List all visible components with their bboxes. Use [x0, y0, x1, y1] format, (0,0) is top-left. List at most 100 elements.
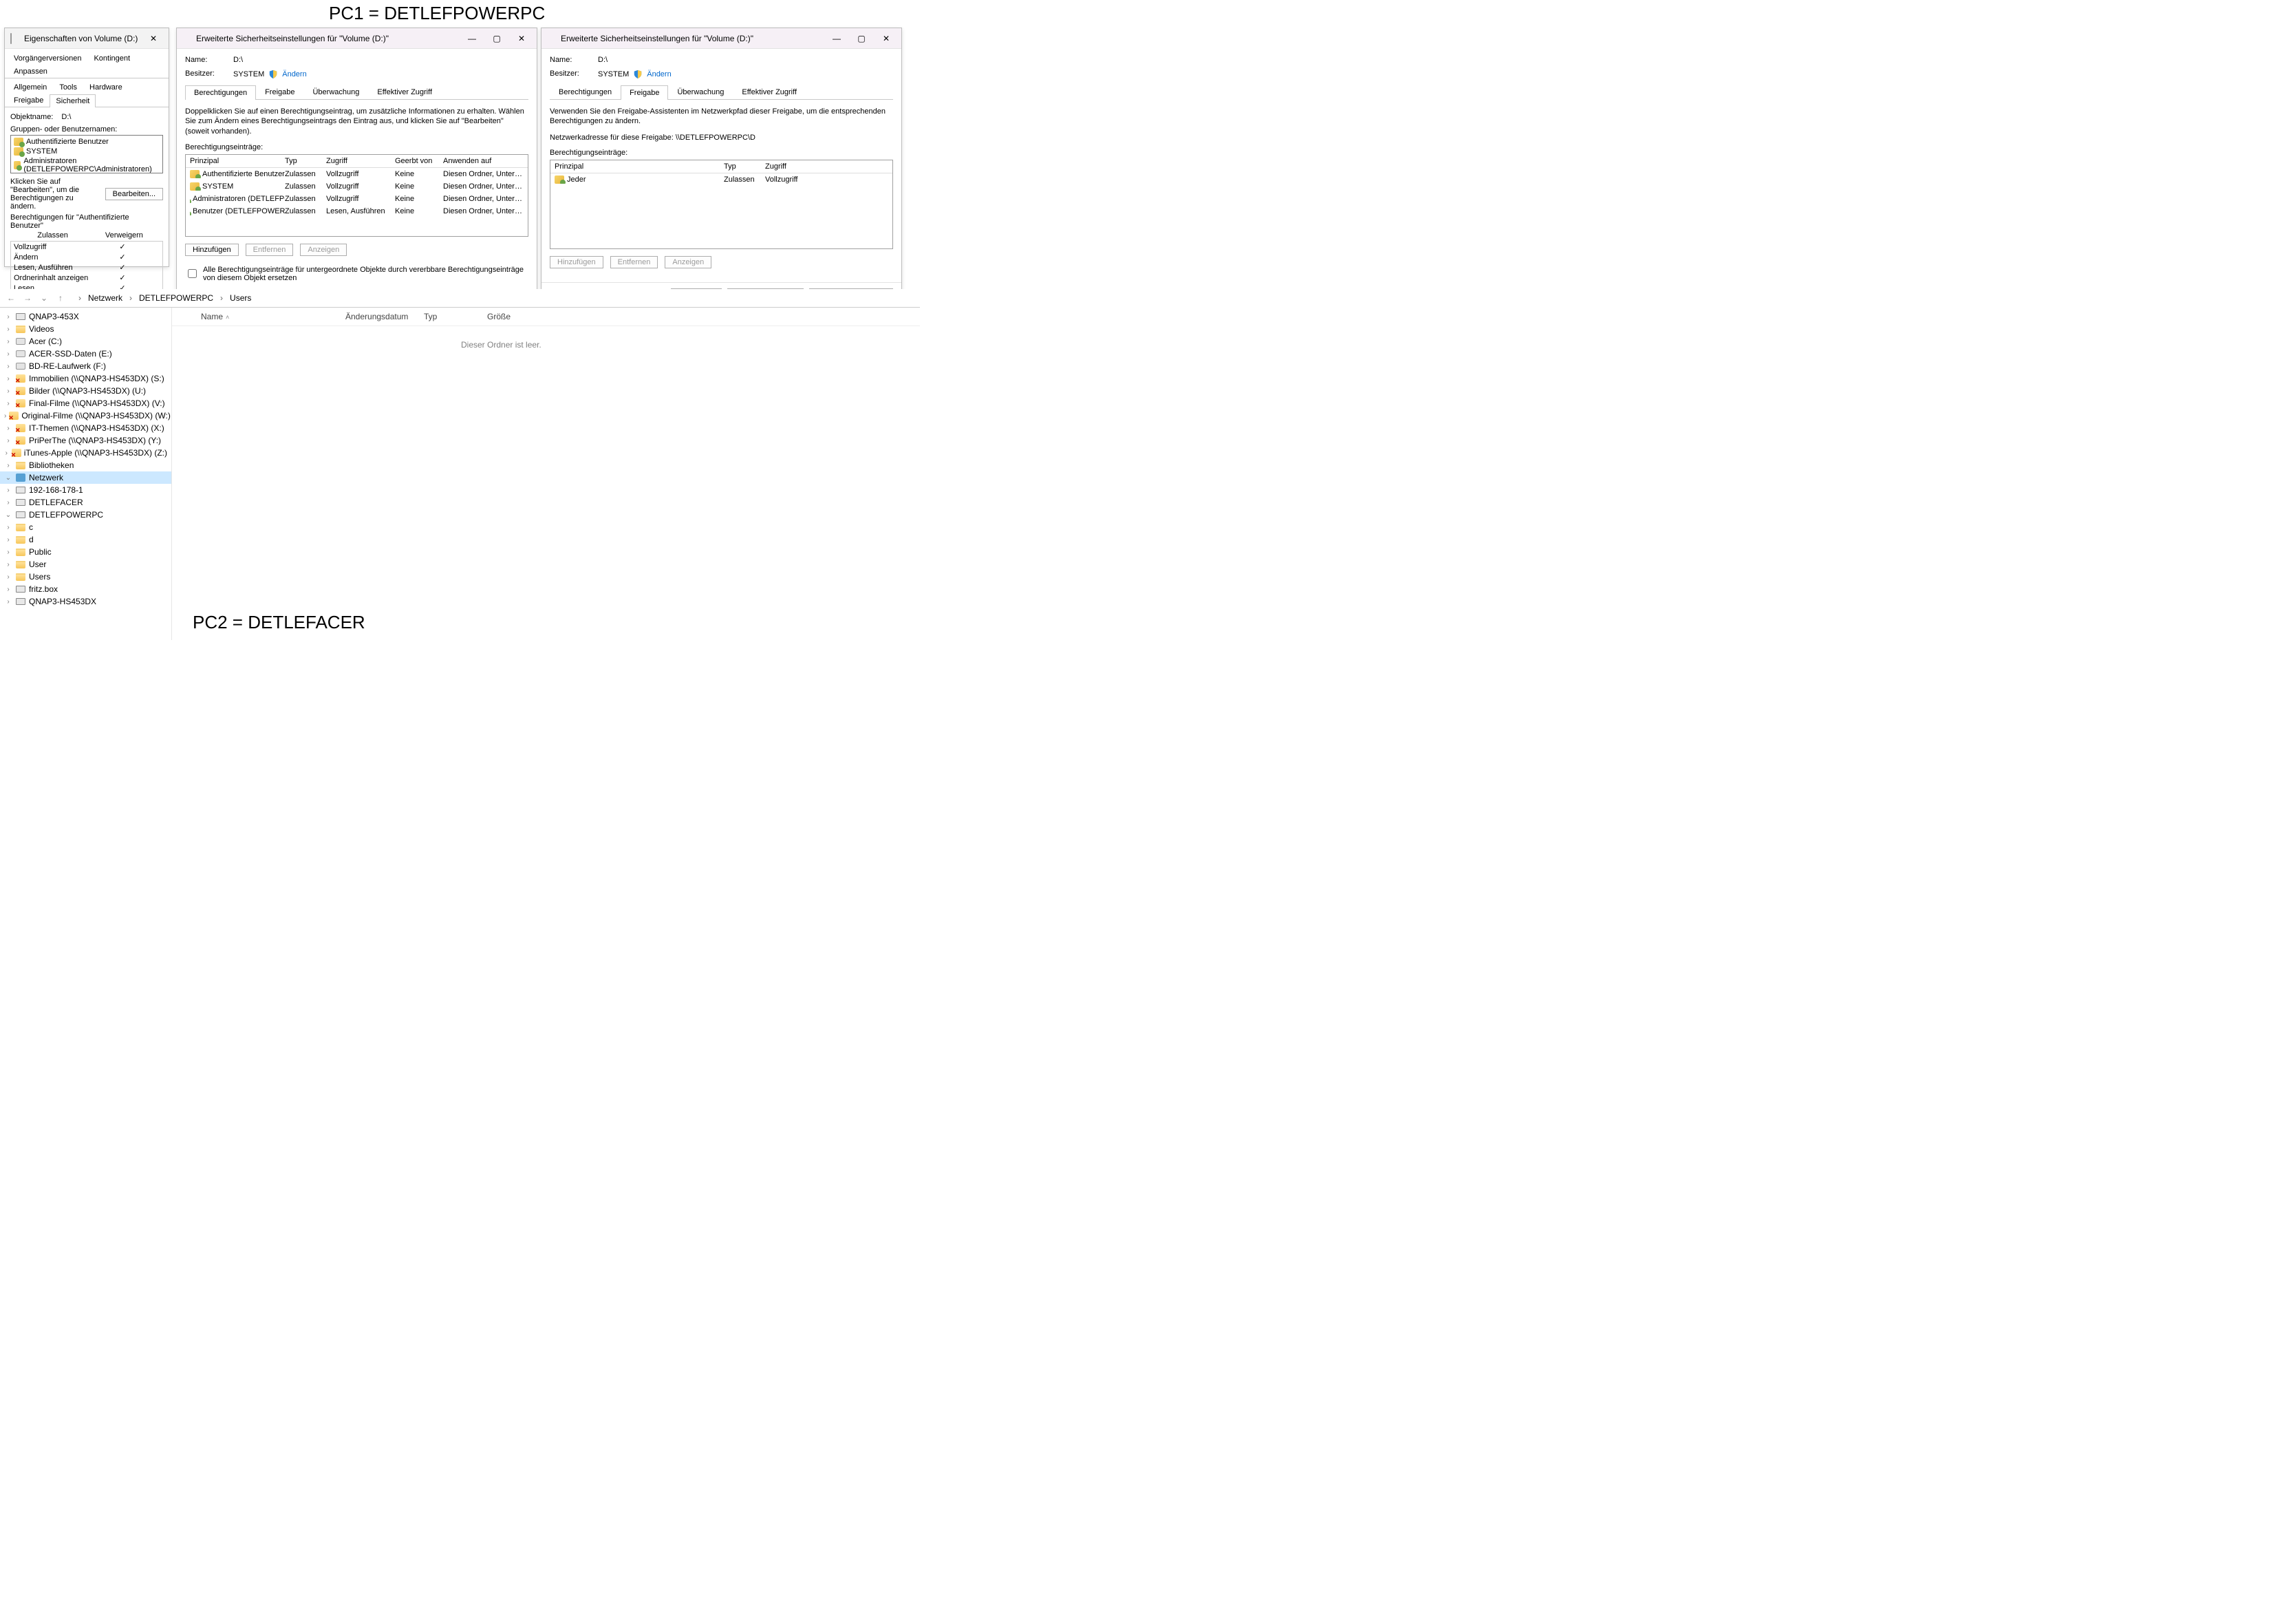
table-row[interactable]: Authentifizierte BenutzerZulassenVollzug…	[186, 168, 528, 180]
view-button[interactable]: Anzeigen	[300, 244, 347, 256]
edit-button[interactable]: Bearbeiten...	[105, 188, 163, 200]
chevron-icon[interactable]: ›	[4, 387, 12, 395]
list-item[interactable]: SYSTEM	[12, 147, 161, 156]
tab-effektiver-zugriff[interactable]: Effektiver Zugriff	[368, 85, 441, 99]
maximize-button[interactable]: ▢	[849, 30, 874, 47]
nav-recent-icon[interactable]: ⌄	[39, 293, 50, 303]
close-button[interactable]: ✕	[874, 30, 899, 47]
chevron-icon[interactable]: ›	[4, 549, 12, 556]
table-row[interactable]: JederZulassenVollzugriff	[550, 173, 892, 186]
tab-effektiver-zugriff[interactable]: Effektiver Zugriff	[733, 85, 806, 99]
table-row[interactable]: Benutzer (DETLEFPOWERPC\Ben...ZulassenLe…	[186, 205, 528, 217]
nav-forward-icon[interactable]: →	[22, 293, 33, 303]
tree-node[interactable]: ›QNAP3-453X	[0, 310, 171, 323]
tab-freigabe[interactable]: Freigabe	[8, 94, 50, 107]
tab-kontingent[interactable]: Kontingent	[87, 52, 136, 65]
tab-tools[interactable]: Tools	[53, 81, 83, 94]
chevron-icon[interactable]: ⌄	[4, 474, 12, 482]
tree-node[interactable]: ›fritz.box	[0, 583, 171, 595]
tree-node[interactable]: ›PriPerThe (\\QNAP3-HS453DX) (Y:)	[0, 434, 171, 447]
tab-sicherheit[interactable]: Sicherheit	[50, 94, 96, 107]
column-headers[interactable]: Name˄ Änderungsdatum Typ Größe	[172, 308, 920, 326]
chevron-icon[interactable]: ›	[4, 487, 12, 494]
replace-checkbox-row[interactable]: Alle Berechtigungseinträge für untergeor…	[185, 263, 528, 290]
tree-node[interactable]: ›Videos	[0, 323, 171, 335]
chevron-icon[interactable]: ⌄	[4, 511, 12, 519]
nav-up-icon[interactable]: ↑	[55, 293, 66, 303]
minimize-button[interactable]: —	[824, 30, 849, 47]
chevron-icon[interactable]: ›	[4, 350, 12, 358]
chevron-icon[interactable]: ›	[4, 437, 12, 445]
tab-vorgaengerversionen[interactable]: Vorgängerversionen	[8, 52, 87, 65]
tree-node[interactable]: ›DETLEFACER	[0, 496, 171, 509]
close-button[interactable]: ✕	[509, 30, 534, 47]
chevron-icon[interactable]: ›	[4, 586, 12, 593]
nav-back-icon[interactable]: ←	[6, 293, 17, 303]
table-row[interactable]: Administratoren (DETLEFPOWERC...Zulassen…	[186, 193, 528, 205]
list-item[interactable]: Administratoren (DETLEFPOWERPC\Administr…	[12, 156, 161, 173]
add-button[interactable]: Hinzufügen	[185, 244, 239, 256]
breadcrumb[interactable]: Netzwerk	[88, 293, 122, 303]
groups-listbox[interactable]: Authentifizierte Benutzer SYSTEM Adminis…	[10, 135, 163, 173]
tab-hardware[interactable]: Hardware	[83, 81, 129, 94]
tree-node[interactable]: ⌄DETLEFPOWERPC	[0, 509, 171, 521]
chevron-icon[interactable]: ›	[4, 598, 12, 606]
nav-tree[interactable]: ›QNAP3-453X›Videos›Acer (C:)›ACER-SSD-Da…	[0, 308, 172, 640]
chevron-icon[interactable]: ›	[4, 449, 9, 457]
tree-node[interactable]: ›Bilder (\\QNAP3-HS453DX) (U:)	[0, 385, 171, 397]
tree-node[interactable]: ›IT-Themen (\\QNAP3-HS453DX) (X:)	[0, 422, 171, 434]
breadcrumb[interactable]: Users	[230, 293, 251, 303]
titlebar[interactable]: Eigenschaften von Volume (D:) ✕	[5, 28, 169, 49]
tree-node[interactable]: ›iTunes-Apple (\\QNAP3-HS453DX) (Z:)	[0, 447, 171, 459]
tree-node[interactable]: ›Acer (C:)	[0, 335, 171, 348]
tree-node[interactable]: ›User	[0, 558, 171, 571]
chevron-icon[interactable]: ›	[4, 561, 12, 568]
close-button[interactable]: ✕	[141, 30, 166, 47]
chevron-icon[interactable]: ›	[4, 375, 12, 383]
chevron-icon[interactable]: ›	[4, 462, 12, 469]
entries-table[interactable]: Prinzipal Typ Zugriff Geerbt von Anwende…	[185, 154, 528, 237]
chevron-icon[interactable]: ›	[4, 573, 12, 581]
tree-node[interactable]: ›Final-Filme (\\QNAP3-HS453DX) (V:)	[0, 397, 171, 409]
change-owner-link[interactable]: Ändern	[647, 70, 671, 78]
tab-freigabe[interactable]: Freigabe	[621, 85, 668, 100]
chevron-icon[interactable]: ›	[4, 425, 12, 432]
tree-node[interactable]: ›QNAP3-HS453DX	[0, 595, 171, 608]
tree-node[interactable]: ›192-168-178-1	[0, 484, 171, 496]
change-owner-link[interactable]: Ändern	[282, 70, 306, 78]
chevron-icon[interactable]: ›	[4, 313, 12, 321]
tree-node[interactable]: ›Original-Filme (\\QNAP3-HS453DX) (W:)	[0, 409, 171, 422]
tree-node[interactable]: ›Users	[0, 571, 171, 583]
entries-table[interactable]: Prinzipal Typ Zugriff JederZulassenVollz…	[550, 160, 893, 249]
tab-allgemein[interactable]: Allgemein	[8, 81, 53, 94]
chevron-icon[interactable]: ›	[4, 412, 6, 420]
tab-berechtigungen[interactable]: Berechtigungen	[550, 85, 621, 99]
maximize-button[interactable]: ▢	[484, 30, 509, 47]
address-bar[interactable]: ← → ⌄ ↑ › Netzwerk › DETLEFPOWERPC › Use…	[0, 289, 920, 308]
tab-ueberwachung[interactable]: Überwachung	[303, 85, 368, 99]
remove-button[interactable]: Entfernen	[610, 256, 658, 268]
chevron-icon[interactable]: ›	[4, 499, 12, 507]
minimize-button[interactable]: —	[460, 30, 484, 47]
tree-node[interactable]: ›Public	[0, 546, 171, 558]
remove-button[interactable]: Entfernen	[246, 244, 294, 256]
table-row[interactable]: SYSTEMZulassenVollzugriffKeineDiesen Ord…	[186, 180, 528, 193]
tree-node[interactable]: ›Bibliotheken	[0, 459, 171, 471]
chevron-icon[interactable]: ›	[4, 536, 12, 544]
titlebar[interactable]: Erweiterte Sicherheitseinstellungen für …	[541, 28, 901, 49]
tab-berechtigungen[interactable]: Berechtigungen	[185, 85, 256, 100]
tree-node[interactable]: ›BD-RE-Laufwerk (F:)	[0, 360, 171, 372]
tab-freigabe[interactable]: Freigabe	[256, 85, 303, 99]
tree-node[interactable]: ›Immobilien (\\QNAP3-HS453DX) (S:)	[0, 372, 171, 385]
list-item[interactable]: Authentifizierte Benutzer	[12, 137, 161, 147]
chevron-icon[interactable]: ›	[4, 363, 12, 370]
view-button[interactable]: Anzeigen	[665, 256, 711, 268]
tab-anpassen[interactable]: Anpassen	[8, 65, 54, 78]
titlebar[interactable]: Erweiterte Sicherheitseinstellungen für …	[177, 28, 537, 49]
tree-node[interactable]: ⌄Netzwerk	[0, 471, 171, 484]
tree-node[interactable]: ›d	[0, 533, 171, 546]
add-button[interactable]: Hinzufügen	[550, 256, 603, 268]
replace-checkbox[interactable]	[188, 269, 197, 278]
breadcrumb[interactable]: DETLEFPOWERPC	[139, 293, 213, 303]
chevron-icon[interactable]: ›	[4, 524, 12, 531]
